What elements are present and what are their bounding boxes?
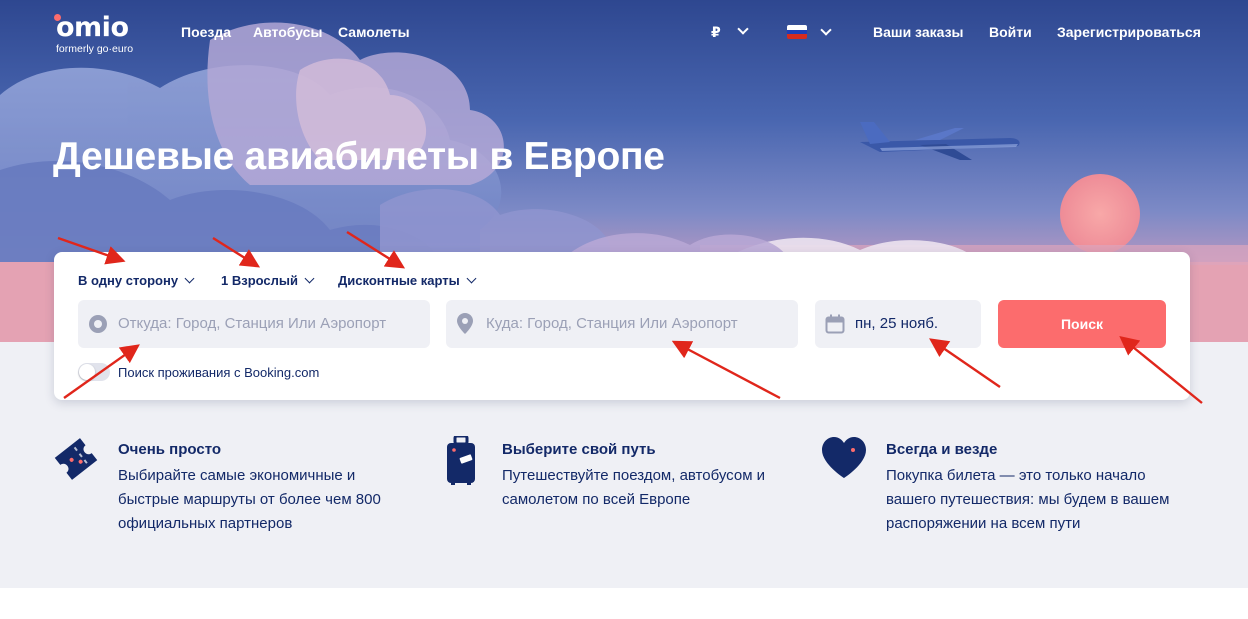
nav-trains[interactable]: Поезда	[181, 24, 231, 41]
feature-text-line: распоряжении на всем пути	[886, 515, 1081, 532]
feature-text-line: официальных партнеров	[118, 515, 293, 532]
logo-wordmark: omio	[56, 12, 129, 43]
sun-shape	[1060, 174, 1140, 254]
booking-toggle[interactable]	[78, 363, 110, 381]
origin-placeholder: Откуда: Город, Станция Или Аэропорт	[118, 315, 387, 332]
search-card: В одну сторону 1 Взрослый Дисконтные кар…	[54, 252, 1190, 400]
feature-title-route: Выберите свой путь	[502, 441, 656, 458]
nav-flights[interactable]: Самолеты	[338, 24, 410, 41]
feature-text-line: Покупка билета — это только начало	[886, 467, 1146, 484]
currency-selector[interactable]: ₽	[711, 23, 749, 41]
passengers-dropdown[interactable]: 1 Взрослый	[221, 273, 315, 289]
toggle-knob	[79, 364, 95, 380]
airplane-illustration	[860, 122, 1020, 160]
chevron-down-icon	[736, 23, 749, 35]
feature-title-simple: Очень просто	[118, 441, 222, 458]
nav-buses[interactable]: Автобусы	[253, 24, 322, 41]
logo-dot-icon	[54, 14, 61, 21]
date-value: пн, 25 нояб.	[855, 315, 939, 332]
page: omio formerly go·euro Поезда Автобусы Са…	[0, 0, 1248, 619]
login-link[interactable]: Войти	[989, 24, 1032, 41]
discount-cards-label: Дисконтные карты	[338, 273, 460, 288]
trip-type-label: В одну сторону	[78, 273, 179, 288]
currency-symbol: ₽	[711, 24, 721, 40]
booking-toggle-label: Поиск проживания с Booking.com	[118, 365, 320, 380]
my-orders-link[interactable]: Ваши заказы	[873, 24, 964, 41]
discount-cards-dropdown[interactable]: Дисконтные карты	[338, 273, 477, 289]
omio-logo[interactable]: omio formerly go·euro	[54, 12, 134, 55]
feature-text-line: самолетом по всей Европе	[502, 491, 691, 508]
russia-flag-icon[interactable]	[787, 25, 807, 39]
suitcase-icon	[447, 436, 475, 485]
origin-input[interactable]: Откуда: Город, Станция Или Аэропорт	[78, 300, 430, 348]
chevron-down-icon	[466, 273, 477, 284]
origin-circle-icon	[89, 315, 107, 333]
ticket-icon	[54, 438, 98, 480]
logo-subtitle: formerly go·euro	[56, 43, 134, 55]
location-pin-icon	[457, 313, 473, 334]
page-bottom	[0, 588, 1248, 619]
passengers-label: 1 Взрослый	[221, 273, 298, 288]
date-picker[interactable]: пн, 25 нояб.	[815, 300, 981, 348]
calendar-icon	[825, 314, 845, 334]
search-button[interactable]: Поиск	[998, 300, 1166, 348]
trip-type-dropdown[interactable]: В одну сторону	[78, 273, 195, 289]
feature-text-route: Путешествуйте поездом, автобусом и самол…	[502, 464, 765, 512]
destination-placeholder: Куда: Город, Станция Или Аэропорт	[486, 315, 738, 332]
feature-text-line: Путешествуйте поездом, автобусом и	[502, 467, 766, 484]
feature-text-line: Выбирайте самые экономичные и	[118, 467, 356, 484]
feature-text-always: Покупка билета — это только начало вашег…	[886, 464, 1169, 536]
feature-text-line: быстрые маршруты от более чем 800	[118, 491, 381, 508]
feature-title-always: Всегда и везде	[886, 441, 998, 458]
feature-text-line: вашего путешествия: мы будем в вашем	[886, 491, 1170, 508]
feature-text-simple: Выбирайте самые экономичные и быстрые ма…	[118, 464, 381, 536]
destination-input[interactable]: Куда: Город, Станция Или Аэропорт	[446, 300, 798, 348]
register-link[interactable]: Зарегистрироваться	[1057, 24, 1201, 41]
chevron-down-icon	[304, 273, 315, 284]
heart-icon	[822, 437, 866, 478]
chevron-down-icon	[184, 273, 195, 284]
page-title: Дешевые авиабилеты в Европе	[53, 135, 665, 178]
